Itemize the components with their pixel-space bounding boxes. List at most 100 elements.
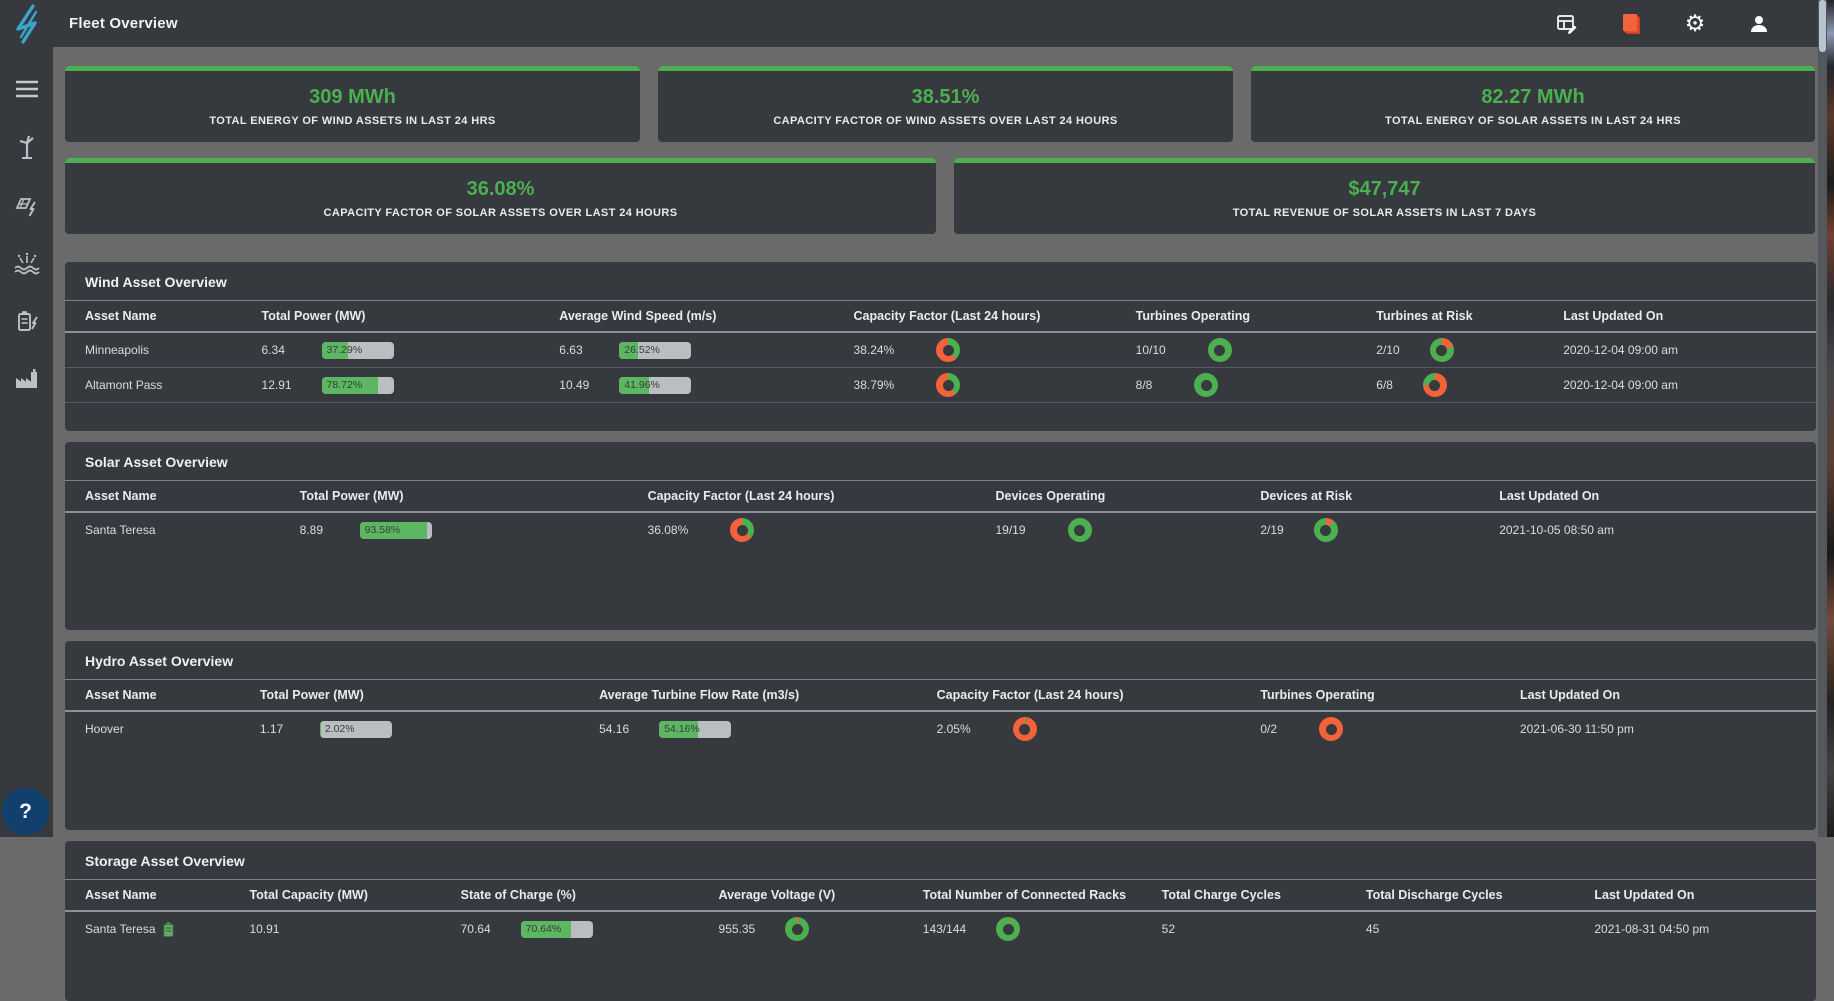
sidebar-item-menu[interactable] [0, 69, 53, 109]
capacity-factor-value: 38.24% [853, 343, 895, 357]
voltage-donut [785, 917, 810, 941]
turbines-operating-donut [1207, 338, 1232, 362]
last-updated-value: 2020-12-04 09:00 am [1563, 378, 1678, 392]
sidebar-item-solar-assets[interactable] [0, 185, 53, 225]
turbines-at-risk-donut [1429, 338, 1454, 362]
lightning-logo-icon [15, 3, 37, 44]
sidebar-item-plant-assets[interactable] [0, 359, 53, 399]
copy-pages-icon [1623, 13, 1640, 34]
capacity-factor-donut [1012, 717, 1037, 741]
col-avg-wind-speed: Average Wind Speed (m/s) [559, 309, 717, 323]
capacity-factor-donut [936, 373, 961, 397]
speed-value: 10.49 [559, 378, 590, 392]
speed-progress-bar: 41.96% [619, 376, 692, 394]
flow-rate-value: 54.16 [599, 722, 630, 736]
speed-progress-bar: 26.52% [619, 341, 692, 359]
table-row-hoover[interactable]: Hoover 1.17 2.02% 54.16 54.16% 2.05% 0/2… [65, 712, 1816, 746]
turbines-operating-donut [1319, 717, 1343, 741]
col-devices-operating: Devices Operating [995, 489, 1106, 503]
col-state-of-charge: State of Charge (%) [460, 888, 576, 902]
table-row-santa-teresa-solar[interactable]: Santa Teresa 8.89 93.58% 36.08% 19/19 2/… [65, 513, 1816, 547]
asset-name: Minneapolis [85, 343, 150, 357]
col-total-capacity: Total Capacity (MW) [249, 888, 368, 902]
storage-asset-overview-card: Storage Asset Overview Asset Name Total … [65, 841, 1816, 1001]
page-title: Fleet Overview [69, 15, 178, 32]
kpi-label: TOTAL REVENUE OF SOLAR ASSETS IN LAST 7 … [1232, 207, 1537, 219]
turbines-operating-value: 10/10 [1135, 343, 1166, 357]
racks-value: 143/144 [922, 922, 967, 936]
table-edit-icon [1557, 14, 1577, 34]
col-total-power: Total Power (MW) [299, 489, 404, 503]
turbines-operating-donut [1194, 373, 1219, 397]
kpi-value: 38.51% [911, 86, 980, 108]
hydro-water-icon [13, 252, 40, 275]
asset-name: Santa Teresa [85, 922, 156, 936]
report-edit-button[interactable] [1552, 9, 1582, 39]
sidebar-item-hydro-assets[interactable] [0, 243, 53, 283]
power-progress-bar: 93.58% [359, 521, 432, 539]
capacity-factor-value: 38.79% [853, 378, 895, 392]
asset-name: Santa Teresa [85, 523, 156, 537]
sidebar-item-storage-assets[interactable] [0, 301, 53, 341]
hydro-table-header: Asset Name Total Power (MW) Average Turb… [65, 680, 1816, 710]
turbines-operating-value: 0/2 [1260, 722, 1277, 736]
table-row-minneapolis[interactable]: Minneapolis 6.34 37.29% 6.63 26.52% 38.2… [65, 333, 1816, 367]
turbines-at-risk-value: 6/8 [1376, 378, 1393, 392]
copy-pages-button[interactable] [1616, 9, 1646, 39]
main-content: 309 MWh TOTAL ENERGY OF WIND ASSETS IN L… [53, 47, 1819, 1001]
power-progress-bar: 78.72% [321, 376, 394, 394]
last-updated-value: 2021-06-30 11:50 pm [1519, 722, 1634, 736]
discharge-cycles-value: 45 [1365, 922, 1380, 936]
person-icon [1751, 15, 1767, 32]
table-row-altamont-pass[interactable]: Altamont Pass 12.91 78.72% 10.49 41.96% … [65, 368, 1816, 402]
account-button[interactable] [1744, 9, 1774, 39]
wind-turbine-icon [19, 135, 34, 159]
wind-table-header: Asset Name Total Power (MW) Average Wind… [65, 301, 1816, 331]
vertical-scrollbar[interactable] [1818, 0, 1827, 837]
last-updated-value: 2020-12-04 09:00 am [1563, 343, 1678, 357]
col-turbines-operating: Turbines Operating [1135, 309, 1251, 323]
col-turbines-at-risk: Turbines at Risk [1376, 309, 1473, 323]
kpi-card-solar-revenue: $47,747 TOTAL REVENUE OF SOLAR ASSETS IN… [954, 158, 1815, 234]
turbines-at-risk-donut [1422, 373, 1447, 397]
section-title-storage: Storage Asset Overview [85, 853, 245, 869]
power-progress-bar: 2.02% [319, 720, 392, 738]
settings-button[interactable]: ⚙ [1680, 9, 1710, 39]
col-avg-turbine-flow-rate: Average Turbine Flow Rate (m3/s) [599, 688, 800, 702]
sidebar-item-wind-assets[interactable] [0, 127, 53, 167]
solar-asset-overview-card: Solar Asset Overview Asset Name Total Po… [65, 442, 1816, 630]
kpi-value: 82.27 MWh [1481, 86, 1585, 108]
voltage-value: 955.35 [718, 922, 756, 936]
kpi-value: $47,747 [1348, 178, 1421, 200]
kpi-value: 36.08% [466, 178, 535, 200]
sidebar-nav: ? [0, 47, 53, 837]
state-of-charge-value: 70.64 [460, 922, 491, 936]
kpi-label: TOTAL ENERGY OF WIND ASSETS IN LAST 24 H… [209, 115, 496, 127]
kpi-card-wind-energy: 309 MWh TOTAL ENERGY OF WIND ASSETS IN L… [65, 66, 640, 142]
solar-table-header: Asset Name Total Power (MW) Capacity Fac… [65, 481, 1816, 511]
kpi-label: TOTAL ENERGY OF SOLAR ASSETS IN LAST 24 … [1385, 115, 1681, 127]
table-row-santa-teresa-storage[interactable]: Santa Teresa 10.91 70.64 70.64% 955.35 1… [65, 912, 1816, 946]
storage-table-header: Asset Name Total Capacity (MW) State of … [65, 880, 1816, 910]
col-connected-racks: Total Number of Connected Racks [922, 888, 1127, 902]
kpi-card-solar-energy: 82.27 MWh TOTAL ENERGY OF SOLAR ASSETS I… [1251, 66, 1815, 142]
col-asset-name: Asset Name [85, 489, 157, 503]
app-logo[interactable] [0, 3, 53, 44]
help-button[interactable]: ? [2, 788, 49, 835]
col-discharge-cycles: Total Discharge Cycles [1365, 888, 1503, 902]
devices-at-risk-donut [1313, 518, 1338, 542]
power-value: 12.91 [261, 378, 292, 392]
col-last-updated: Last Updated On [1499, 489, 1600, 503]
battery-status-icon [163, 922, 174, 937]
section-title-solar: Solar Asset Overview [85, 454, 228, 470]
last-updated-value: 2021-08-31 04:50 pm [1594, 922, 1710, 936]
capacity-factor-donut [936, 338, 961, 362]
charge-cycles-value: 52 [1161, 922, 1175, 936]
col-capacity-factor: Capacity Factor (Last 24 hours) [647, 489, 835, 503]
devices-operating-value: 19/19 [995, 523, 1026, 537]
col-capacity-factor: Capacity Factor (Last 24 hours) [853, 309, 1041, 323]
kpi-card-wind-capacity-factor: 38.51% CAPACITY FACTOR OF WIND ASSETS OV… [658, 66, 1233, 142]
scrollbar-thumb[interactable] [1819, 0, 1826, 52]
power-value: 6.34 [261, 343, 285, 357]
flow-progress-bar: 54.16% [659, 720, 732, 738]
